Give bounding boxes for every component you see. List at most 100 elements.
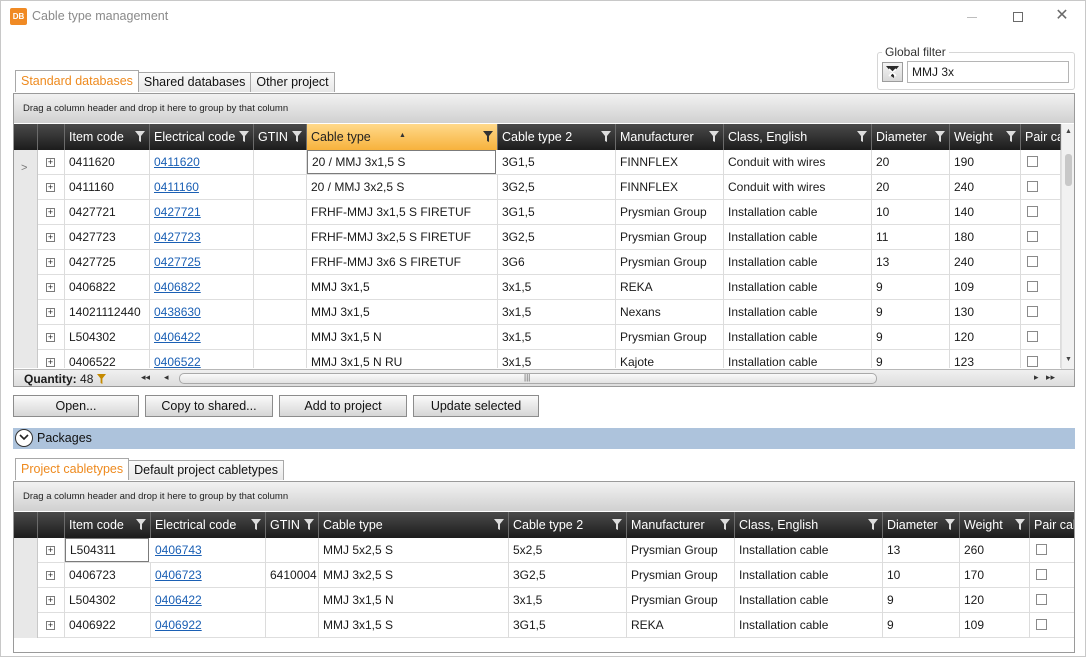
table-row[interactable]: + 0406723 0406723 6410004 MMJ 3x2,5 S 3G…: [14, 563, 1074, 588]
tab-shared-databases[interactable]: Shared databases: [137, 72, 252, 92]
cell-cable-type-2[interactable]: 3G2,5: [498, 175, 616, 200]
scroll-down-icon[interactable]: ▼: [1065, 356, 1072, 363]
cell-cable-type[interactable]: MMJ 3x1,5 S: [319, 613, 509, 638]
cell-electrical-code-link[interactable]: 0406422: [150, 325, 254, 350]
cell-electrical-code-link[interactable]: 0406422: [151, 588, 266, 613]
cell-electrical-code-link[interactable]: 0427723: [150, 225, 254, 250]
row-selector[interactable]: >: [14, 150, 38, 175]
cell-electrical-code-link[interactable]: 0406522: [150, 350, 254, 368]
row-selector[interactable]: [14, 225, 38, 250]
row-expander[interactable]: +: [38, 300, 65, 325]
cell-manufacturer[interactable]: Prysmian Group: [616, 250, 724, 275]
pair-cable-checkbox[interactable]: [1036, 594, 1047, 606]
cell-weight[interactable]: 140: [950, 200, 1021, 225]
cell-gtin[interactable]: [266, 588, 319, 613]
cell-diameter[interactable]: 13: [872, 250, 950, 275]
cell-manufacturer[interactable]: REKA: [616, 275, 724, 300]
column-header-electrical-code[interactable]: Electrical code: [150, 124, 254, 150]
table-row[interactable]: + 0406822 0406822 MMJ 3x1,5 3x1,5 REKA I…: [14, 275, 1061, 300]
row-expander[interactable]: +: [38, 250, 65, 275]
cell-item-code[interactable]: 0406822: [65, 275, 150, 300]
cell-diameter[interactable]: 9: [872, 300, 950, 325]
cell-item-code-editing[interactable]: L504311: [65, 538, 149, 562]
cell-cable-type[interactable]: 20 / MMJ 3x2,5 S: [307, 175, 498, 200]
cell-electrical-code-link[interactable]: 0406822: [150, 275, 254, 300]
scroll-grip-icon[interactable]: |||: [524, 373, 530, 382]
cell-class-english[interactable]: Installation cable: [735, 538, 883, 563]
cell-pair-cable[interactable]: [1021, 325, 1061, 350]
cell-class-english[interactable]: Installation cable: [735, 588, 883, 613]
cell-weight[interactable]: 120: [960, 588, 1030, 613]
filter-icon[interactable]: [136, 519, 146, 530]
column-header-weight[interactable]: Weight: [960, 512, 1030, 538]
cell-diameter[interactable]: 9: [883, 588, 960, 613]
cell-diameter[interactable]: 10: [883, 563, 960, 588]
cell-class-english[interactable]: Installation cable: [735, 563, 883, 588]
clear-filter-button[interactable]: [882, 62, 903, 82]
cell-pair-cable[interactable]: [1021, 300, 1061, 325]
cell-weight[interactable]: 123: [950, 350, 1021, 368]
row-selector[interactable]: [14, 563, 38, 588]
column-header-cable-type-2[interactable]: Cable type 2: [498, 124, 616, 150]
cell-electrical-code-link[interactable]: 0438630: [150, 300, 254, 325]
cell-pair-cable[interactable]: [1021, 350, 1061, 368]
cell-manufacturer[interactable]: Nexans: [616, 300, 724, 325]
chevron-down-icon[interactable]: [15, 429, 33, 447]
cell-weight[interactable]: 120: [950, 325, 1021, 350]
cell-item-code[interactable]: 0427721: [65, 200, 150, 225]
cell-diameter[interactable]: 10: [872, 200, 950, 225]
row-expander[interactable]: +: [38, 350, 65, 368]
pair-cable-checkbox[interactable]: [1027, 256, 1038, 268]
cell-weight[interactable]: 180: [950, 225, 1021, 250]
column-header-diameter[interactable]: Diameter: [883, 512, 960, 538]
cell-gtin[interactable]: [254, 200, 307, 225]
row-expander[interactable]: +: [38, 538, 65, 563]
filter-icon[interactable]: [251, 519, 261, 530]
table-row[interactable]: + 0406522 0406522 MMJ 3x1,5 N RU 3x1,5 K…: [14, 350, 1061, 368]
cell-cable-type-2[interactable]: 3x1,5: [498, 275, 616, 300]
cell-gtin[interactable]: [254, 150, 307, 175]
filter-icon[interactable]: [601, 131, 611, 142]
cell-manufacturer[interactable]: Prysmian Group: [627, 538, 735, 563]
cell-gtin[interactable]: [266, 613, 319, 638]
column-header-cable-type[interactable]: ▲ Cable type: [307, 124, 498, 150]
cell-electrical-code-link[interactable]: 0427725: [150, 250, 254, 275]
row-selector[interactable]: [14, 613, 38, 638]
cell-gtin[interactable]: [254, 225, 307, 250]
cell-diameter[interactable]: 9: [872, 325, 950, 350]
copy-to-shared-button[interactable]: Copy to shared...: [145, 395, 273, 417]
cell-item-code[interactable]: L504302: [65, 588, 151, 613]
table-row[interactable]: + 14021112440 0438630 MMJ 3x1,5 3x1,5 Ne…: [14, 300, 1061, 325]
tab-project-cabletypes[interactable]: Project cabletypes: [15, 458, 130, 480]
open-button[interactable]: Open...: [13, 395, 139, 417]
filter-icon[interactable]: [945, 519, 955, 530]
column-header-item-code[interactable]: Item code: [65, 512, 151, 538]
cell-cable-type[interactable]: MMJ 3x1,5 N: [307, 325, 498, 350]
expand-plus-icon[interactable]: +: [46, 621, 55, 630]
row-expander[interactable]: +: [38, 225, 65, 250]
cell-diameter[interactable]: 9: [883, 613, 960, 638]
cell-cable-type-2[interactable]: 3x1,5: [498, 300, 616, 325]
cell-cable-type[interactable]: FRHF-MMJ 3x1,5 S FIRETUF: [307, 200, 498, 225]
cell-cable-type-2[interactable]: 3G6: [498, 250, 616, 275]
table-row[interactable]: + 0427723 0427723 FRHF-MMJ 3x2,5 S FIRET…: [14, 225, 1061, 250]
cell-weight[interactable]: 240: [950, 250, 1021, 275]
cell-pair-cable[interactable]: [1030, 588, 1074, 613]
cell-pair-cable[interactable]: [1021, 150, 1061, 175]
table-row[interactable]: + L504302 0406422 MMJ 3x1,5 N 3x1,5 Prys…: [14, 588, 1074, 613]
cell-gtin[interactable]: [254, 300, 307, 325]
cell-class-english[interactable]: Installation cable: [724, 325, 872, 350]
cell-cable-type-2[interactable]: 3G1,5: [509, 613, 627, 638]
packages-expander[interactable]: Packages: [13, 428, 1075, 449]
column-header-class-english[interactable]: Class, English: [735, 512, 883, 538]
scroll-right-icon[interactable]: ▸: [1034, 372, 1039, 383]
scroll-first-icon[interactable]: ◂◂: [141, 372, 150, 383]
pair-cable-checkbox[interactable]: [1036, 544, 1047, 556]
cell-pair-cable[interactable]: [1021, 225, 1061, 250]
close-button[interactable]: ✕: [1047, 5, 1077, 27]
expand-plus-icon[interactable]: +: [46, 283, 55, 292]
cell-electrical-code-link[interactable]: 0411620: [150, 150, 254, 175]
maximize-button[interactable]: [1003, 5, 1033, 27]
row-expander[interactable]: +: [38, 175, 65, 200]
update-selected-button[interactable]: Update selected: [413, 395, 539, 417]
